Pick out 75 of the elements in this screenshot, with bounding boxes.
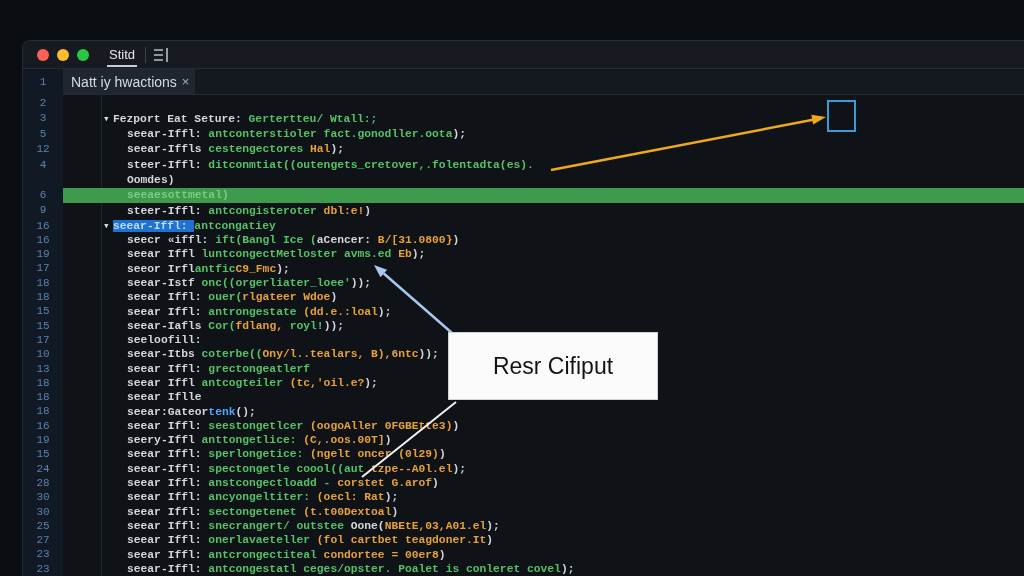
code-line: seear Iffl: sectongetenet (t.t00Dextoal)	[127, 505, 399, 518]
code-line: steer-Iffl: ditconmtiat((outengets_cretover,.folentadta(es).	[127, 158, 534, 171]
code-line: seear-Iffl: antcongestatl ceges/opster. Poalet is conleret covel);	[127, 562, 575, 575]
line-number: 24	[35, 461, 51, 476]
close-button[interactable]	[37, 48, 49, 61]
line-number: 10	[35, 347, 51, 362]
editor-tab[interactable]: Natt iy hwactions ×	[63, 69, 196, 95]
line-number: 3	[38, 111, 48, 127]
line-number: 16	[35, 418, 51, 434]
code-line: seear-Itbs coterbe((Ony/l..tealars, B),6ntc));	[127, 348, 439, 361]
code-line: seeor IrflantficC9_Fmc);	[127, 262, 290, 275]
line-number: 23	[35, 547, 51, 562]
callout-label: Resr Cifiput	[448, 332, 658, 400]
code-line: seear:Gateortenk();	[127, 405, 256, 418]
code-line: Oomdes)	[127, 174, 175, 187]
line-number: 15	[35, 318, 51, 333]
code-line: seear Iffl: ouer(rlgateer Wdoe)	[127, 291, 338, 304]
line-number: 17	[35, 261, 51, 276]
line-number: 16	[35, 218, 51, 233]
code-line: seeaesottmetal)	[127, 189, 229, 202]
code-line: seear Iffl: onerlavaeteller (fol cartbet teagdoner.It)	[127, 534, 494, 547]
line-number: 2	[38, 96, 48, 111]
line-number: 19	[35, 433, 51, 448]
line-number: 13	[35, 361, 51, 376]
line-number: 9	[38, 203, 48, 219]
maximize-button[interactable]	[77, 48, 89, 61]
line-number: 12	[35, 142, 51, 158]
line-number: 6	[38, 187, 48, 203]
line-number: 30	[35, 504, 51, 519]
fold-arrow[interactable]: ▾	[103, 219, 113, 233]
focus-frame	[827, 100, 856, 132]
code-line: seear-Istf onc((orgerliater_loee'));	[127, 276, 372, 289]
code-line: seear-Iafls Cor(fdlang, royl!));	[127, 319, 344, 332]
line-number: 18	[35, 375, 51, 391]
line-number: 19	[35, 247, 51, 262]
line-number: 16	[35, 232, 51, 248]
line-number: 23	[35, 561, 51, 576]
code-line: seear Iffl antcogteiler (tc,'oil.e?);	[127, 377, 378, 389]
line-number: 1	[38, 75, 48, 90]
code-line: seear-Iffl: spectongetle coool((aut tzpe--A0l.el);	[127, 462, 466, 475]
code-line: seear Iffl: antcrongectiteal condortee = 00er8)	[127, 548, 446, 561]
tab-close-button[interactable]: ×	[180, 74, 191, 90]
code-line: seear-Iffls cestengectores Hal);	[127, 143, 344, 156]
code-line: seear Iffl: ancyongeltiter: (oecl: Rat);	[127, 491, 399, 504]
code-line: seear Iffl: grectongeatlerf	[127, 362, 311, 375]
code-line: seear Iflle	[127, 391, 202, 404]
code-line: seecr «iffl: ift(Bangl Ice (aCencer: B/[31.0800})	[127, 234, 460, 246]
line-number: 18	[35, 290, 51, 305]
code-line: Fezport Eat Seture: Gertertteu/ Wtall:;	[113, 112, 378, 125]
code-line: seear-Iffl: antcongatiey	[113, 219, 276, 232]
line-number: 18	[35, 404, 51, 419]
code-line: seery-Iffl anttongetlice: (C,.oos.00T])	[127, 434, 392, 447]
code-line: seear Iffl luntcongectMetloster avms.ed Eb);	[127, 248, 426, 261]
line-number: 15	[35, 447, 51, 462]
line-number: 17	[35, 332, 51, 348]
minimize-button[interactable]	[57, 48, 69, 61]
fold-arrow[interactable]: ▾	[103, 112, 113, 126]
menu-icon[interactable]	[154, 47, 168, 62]
code-line: seear-Iffl: antconterstioler fact.gonodller.oota);	[127, 127, 466, 140]
code-line: seeloofill:	[127, 334, 202, 347]
code-line: seear Iffl: anstcongectloadd - corstet G.arof)	[127, 477, 439, 490]
line-number: 28	[35, 475, 51, 491]
line-number: 18	[35, 275, 51, 291]
line-number: 27	[35, 533, 51, 548]
line-number: 18	[35, 390, 51, 405]
code-line: seear Iffl: snecrangert/ outstee Oone(NBEtE,03,A01.el);	[127, 519, 500, 532]
code-line: seear Iffl: antrongestate (dd.e.:loal);	[127, 305, 392, 318]
window-tab[interactable]: Stitd	[107, 42, 137, 67]
line-number: 4	[38, 157, 48, 173]
line-number: 5	[38, 126, 48, 142]
code-line: steer-Iffl: antcongisteroter dbl:e!)	[127, 204, 372, 217]
line-number: 15	[35, 304, 51, 319]
line-number: 25	[35, 518, 51, 534]
code-line: seear Iffl: sperlongetice: (ngelt oncer (0l29))	[127, 448, 446, 461]
line-number: 30	[35, 490, 51, 505]
